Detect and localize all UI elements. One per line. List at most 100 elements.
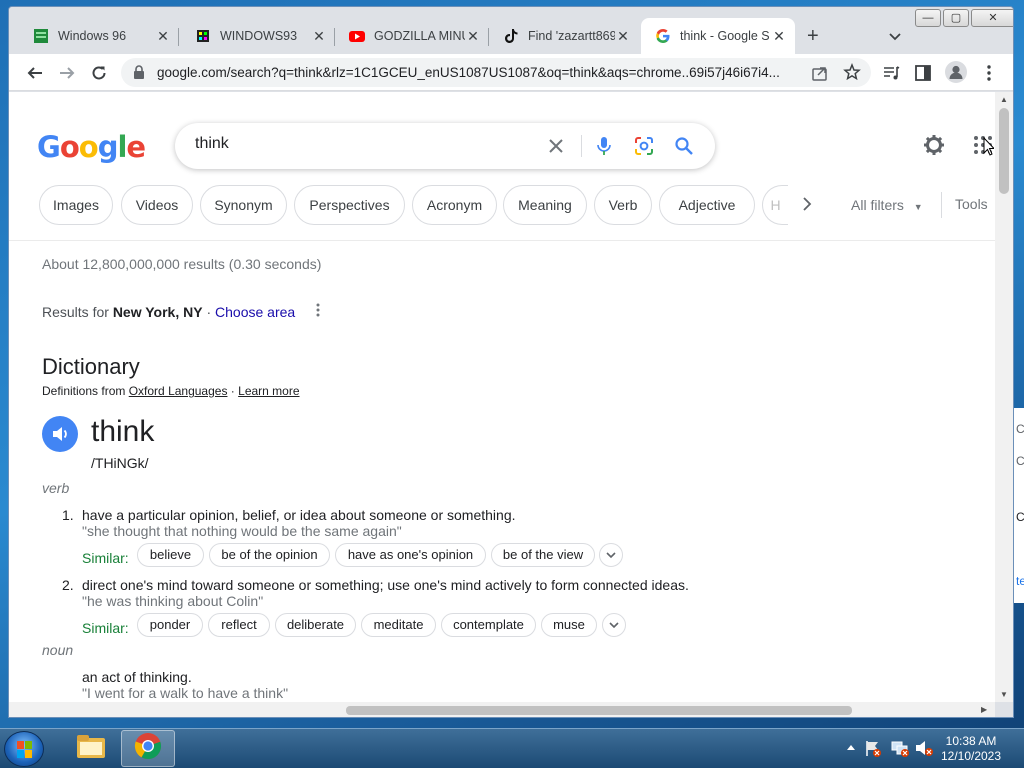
definition-number: 2. <box>62 577 74 593</box>
synonym-chip[interactable]: ponder <box>137 613 203 637</box>
synonym-chip[interactable]: have as one's opinion <box>335 543 486 567</box>
location-separator: · <box>202 304 216 320</box>
background-window[interactable]: Ch C C te <box>1013 408 1024 603</box>
choose-area-link[interactable]: Choose area <box>215 304 295 320</box>
youtube-icon <box>349 28 365 44</box>
tab-close-icon[interactable]: ✕ <box>615 28 631 45</box>
profile-avatar-icon[interactable] <box>945 61 967 83</box>
synonym-chip[interactable]: be of the opinion <box>209 543 330 567</box>
tab-close-icon[interactable]: ✕ <box>771 28 787 45</box>
horizontal-scrollbar[interactable]: ▶ <box>9 702 995 717</box>
definition-text: have a particular opinion, belief, or id… <box>82 507 516 523</box>
learn-more-link[interactable]: Learn more <box>238 384 299 398</box>
tab-strip: Windows 96 ✕ WINDOWS93 ✕ GODZILLA MINU ✕… <box>9 7 1013 57</box>
google-apps-grid-icon[interactable] <box>972 134 995 161</box>
chip-images[interactable]: Images <box>39 185 113 225</box>
tab-google-active[interactable]: think - Google S ✕ <box>641 18 795 54</box>
synonym-chip[interactable]: be of the view <box>491 543 595 567</box>
expand-synonyms-chevron-icon[interactable] <box>599 543 623 567</box>
tab-title: Windows 96 <box>58 29 127 43</box>
chip-synonym[interactable]: Synonym <box>200 185 287 225</box>
page-content: Google Images Videos <box>9 92 995 702</box>
search-magnifier-icon[interactable] <box>673 135 695 157</box>
synonym-chip[interactable]: meditate <box>361 613 436 637</box>
new-tab-plus-icon[interactable]: + <box>807 25 819 48</box>
location-place: New York, NY <box>112 304 203 320</box>
forward-arrow-icon[interactable] <box>57 63 77 83</box>
back-arrow-icon[interactable] <box>25 63 45 83</box>
all-filters-button[interactable]: All filters ▼ <box>851 197 923 213</box>
definition-text: direct one's mind toward someone or some… <box>82 577 689 593</box>
search-input[interactable] <box>195 135 525 153</box>
synonym-chip[interactable]: believe <box>137 543 204 567</box>
scroll-up-arrow-icon[interactable]: ▲ <box>1000 95 1008 104</box>
chip-perspectives[interactable]: Perspectives <box>294 185 405 225</box>
source-prefix: Definitions from <box>42 384 126 398</box>
synonym-chip[interactable]: reflect <box>208 613 270 637</box>
tab-windows96[interactable]: Windows 96 ✕ <box>19 18 179 54</box>
windows96-icon <box>33 28 49 44</box>
maximize-button[interactable]: ▢ <box>943 9 969 27</box>
chip-adjective[interactable]: Adjective <box>659 185 755 225</box>
location-more-kebab-icon[interactable] <box>315 302 321 323</box>
pronunciation-speaker-icon[interactable] <box>42 416 78 452</box>
tab-search-chevron-icon[interactable] <box>885 26 905 46</box>
scroll-down-arrow-icon[interactable]: ▼ <box>1000 690 1008 699</box>
google-logo[interactable]: Google <box>37 130 146 164</box>
side-panel-icon[interactable] <box>913 63 933 83</box>
peek-text-4: te <box>1016 574 1024 588</box>
chips-next-chevron-icon[interactable] <box>801 196 813 217</box>
network-icon[interactable] <box>890 738 910 758</box>
voice-search-mic-icon[interactable] <box>593 135 615 157</box>
chip-videos[interactable]: Videos <box>121 185 193 225</box>
chip-verb[interactable]: Verb <box>594 185 652 225</box>
peek-text-3: C <box>1016 510 1024 524</box>
similar-label: Similar: <box>82 550 129 566</box>
file-explorer-taskbar-button[interactable] <box>64 730 118 767</box>
vertical-scrollbar[interactable]: ▲ ▼ <box>995 92 1013 702</box>
tab-close-icon[interactable]: ✕ <box>155 28 171 45</box>
synonym-chip[interactable]: muse <box>541 613 597 637</box>
tab-windows93[interactable]: WINDOWS93 ✕ <box>181 18 335 54</box>
chrome-taskbar-button[interactable] <box>121 730 175 767</box>
taskbar: 10:38 AM 12/10/2023 <box>0 728 1024 768</box>
clear-search-x-icon[interactable] <box>545 135 567 157</box>
chip-acronym[interactable]: Acronym <box>412 185 497 225</box>
tools-button[interactable]: Tools <box>955 196 988 212</box>
chip-meaning[interactable]: Meaning <box>503 185 587 225</box>
reload-icon[interactable] <box>89 63 109 83</box>
vertical-scroll-thumb[interactable] <box>999 108 1009 194</box>
chrome-menu-kebab-icon[interactable] <box>979 63 999 83</box>
tab-close-icon[interactable]: ✕ <box>311 28 327 45</box>
dictionary-word: think <box>91 415 155 448</box>
tab-tiktok[interactable]: Find 'zazartt869' ✕ <box>489 18 639 54</box>
horizontal-scroll-thumb[interactable] <box>346 706 852 715</box>
filters-divider <box>941 192 942 218</box>
url-text: google.com/search?q=think&rlz=1C1GCEU_en… <box>157 65 780 80</box>
action-center-flag-icon[interactable] <box>864 738 882 758</box>
definition-text: an act of thinking. <box>82 669 192 685</box>
expand-synonyms-chevron-icon[interactable] <box>602 613 626 637</box>
scroll-right-arrow-icon[interactable]: ▶ <box>981 705 987 714</box>
synonym-chip[interactable]: contemplate <box>441 613 536 637</box>
synonym-chip[interactable]: deliberate <box>275 613 356 637</box>
share-icon[interactable] <box>811 64 829 87</box>
lock-icon[interactable] <box>133 65 145 84</box>
bookmark-star-icon[interactable] <box>843 62 861 86</box>
system-clock[interactable]: 10:38 AM 12/10/2023 <box>936 734 1006 764</box>
oxford-languages-link[interactable]: Oxford Languages <box>129 384 228 398</box>
settings-gear-icon[interactable] <box>923 134 945 161</box>
chip-partial[interactable]: H <box>762 185 788 225</box>
show-hidden-icons-icon[interactable] <box>846 738 856 758</box>
tab-close-icon[interactable]: ✕ <box>465 28 481 45</box>
tab-youtube[interactable]: GODZILLA MINU ✕ <box>335 18 489 54</box>
address-bar[interactable]: google.com/search?q=think&rlz=1C1GCEU_en… <box>121 58 871 87</box>
minimize-button[interactable]: — <box>915 9 941 27</box>
google-lens-icon[interactable] <box>633 135 655 157</box>
location-line: Results for New York, NY · Choose area <box>42 304 295 320</box>
start-button[interactable] <box>4 731 44 767</box>
volume-muted-icon[interactable] <box>914 738 934 758</box>
google-icon <box>655 28 671 44</box>
media-control-icon[interactable] <box>881 63 901 83</box>
close-window-button[interactable]: ✕ <box>971 9 1013 27</box>
